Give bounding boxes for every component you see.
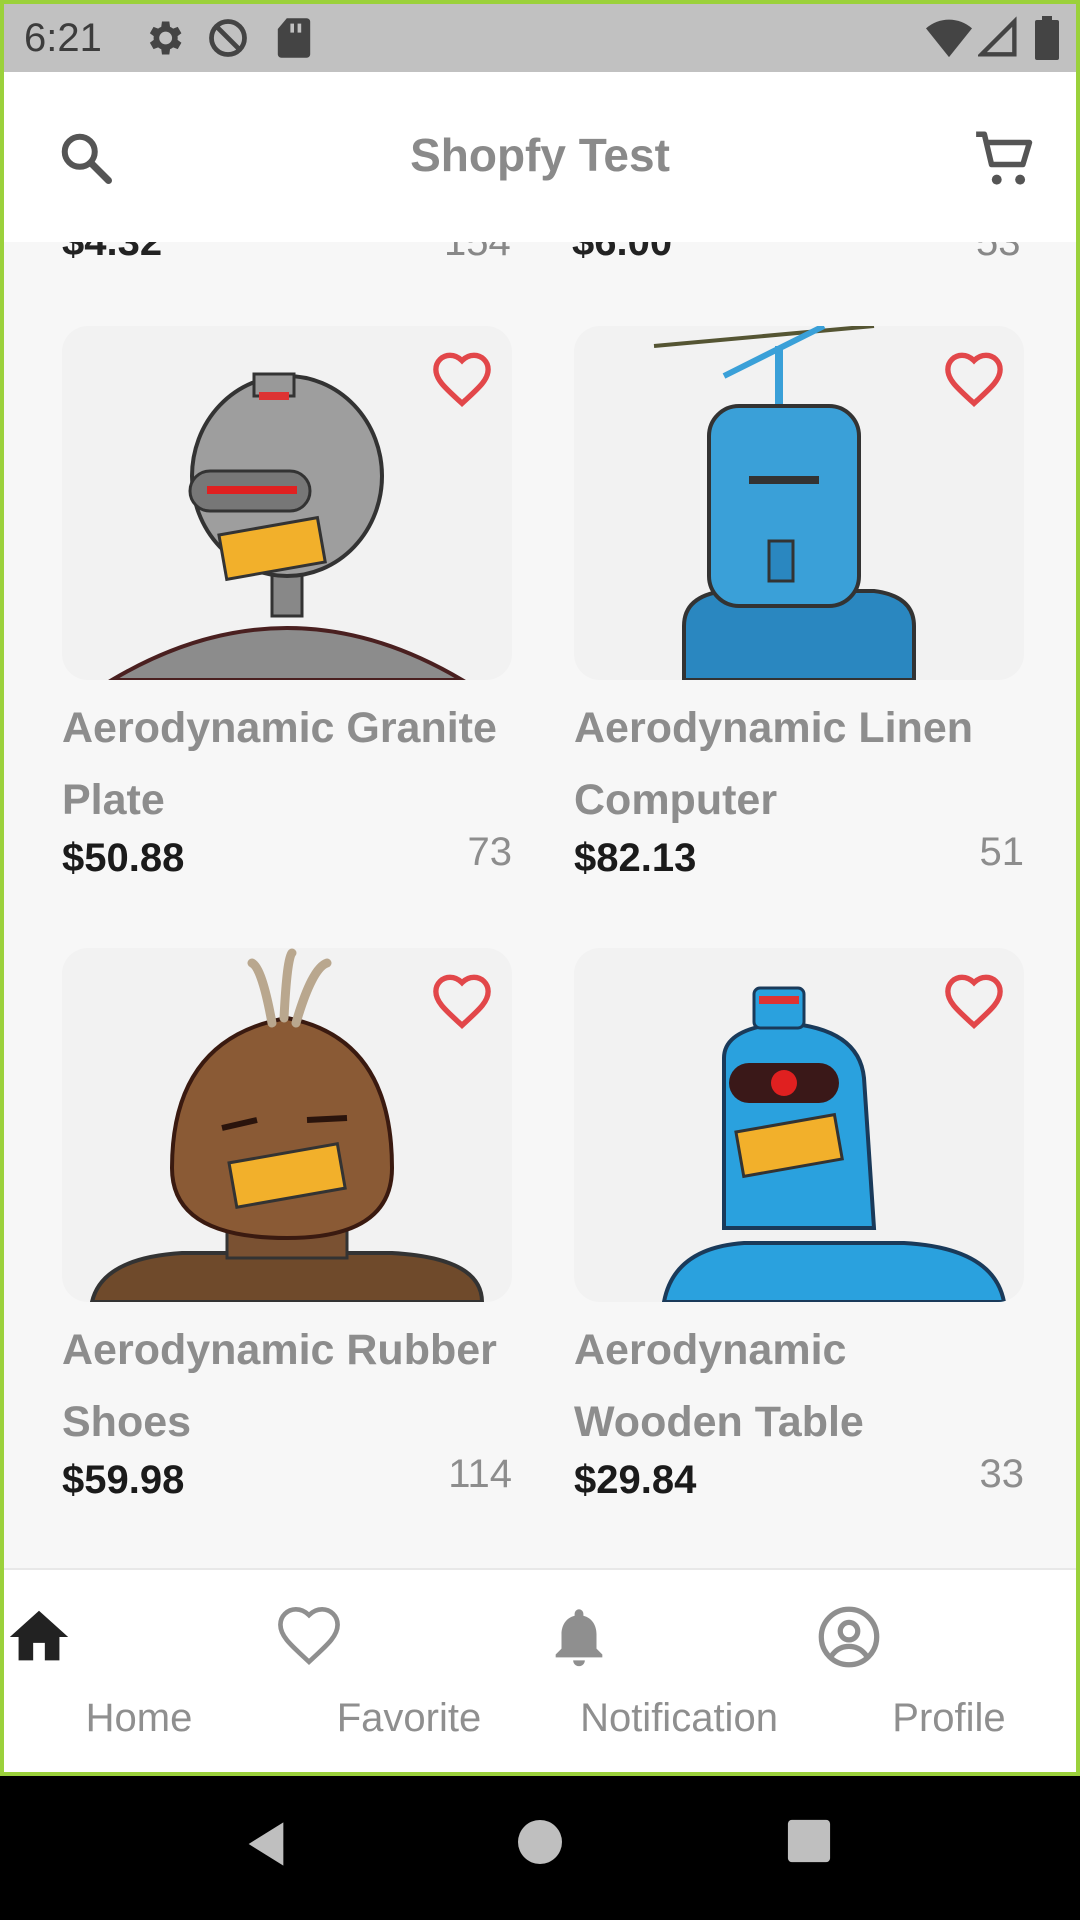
product-image[interactable] bbox=[62, 326, 512, 680]
sd-card-icon bbox=[277, 18, 311, 58]
nav-item-profile[interactable]: Profile bbox=[814, 1570, 1076, 1772]
product-name: Aerodynamic Granite Plate bbox=[62, 704, 497, 824]
product-grid[interactable]: $4.32 154 $6.00 53 Aerodynamic Granite P… bbox=[4, 242, 1076, 1567]
wifi-icon bbox=[926, 19, 972, 58]
home-icon bbox=[9, 1610, 69, 1661]
nav-item-notification[interactable]: Notification bbox=[544, 1570, 814, 1772]
app-frame: 6:21 Shopfy Test $4.32 154 $6.00 53 Aero… bbox=[0, 0, 1080, 1776]
product-count: 114 bbox=[448, 1452, 512, 1496]
signal-icon bbox=[978, 16, 1017, 57]
product-card[interactable]: Aerodynamic Rubber Shoes $59.98 114 bbox=[62, 948, 512, 1518]
product-card[interactable]: Aerodynamic Granite Plate $50.88 73 bbox=[62, 326, 512, 896]
product-price: $29.84 bbox=[574, 1458, 697, 1502]
product-name: Aerodynamic Wooden Table bbox=[574, 1326, 864, 1446]
sync-off-icon bbox=[209, 19, 247, 57]
system-navigation-bar bbox=[0, 1776, 1080, 1920]
nav-item-home[interactable]: Home bbox=[4, 1570, 274, 1772]
bottom-navigation: Home Favorite Notification Profile bbox=[4, 1568, 1076, 1772]
status-time: 6:21 bbox=[24, 16, 102, 60]
product-name: Aerodynamic Linen Computer bbox=[574, 704, 974, 824]
recents-icon[interactable] bbox=[786, 1818, 832, 1864]
cut-off-price: $4.32 bbox=[62, 242, 163, 264]
page-title: Shopfy Test bbox=[410, 129, 670, 181]
product-count: 33 bbox=[979, 1452, 1025, 1496]
heart-outline-icon[interactable] bbox=[430, 970, 494, 1030]
bell-icon bbox=[555, 1609, 603, 1667]
product-price: $50.88 bbox=[62, 836, 185, 880]
product-card[interactable]: Aerodynamic Linen Computer $82.13 51 bbox=[574, 326, 1024, 896]
cut-off-row: $4.32 154 $6.00 53 bbox=[4, 242, 1076, 264]
nav-item-favorite[interactable]: Favorite bbox=[274, 1570, 544, 1772]
nav-label: Favorite bbox=[336, 1696, 482, 1740]
product-price: $82.13 bbox=[574, 836, 697, 880]
product-image[interactable] bbox=[574, 326, 1024, 680]
battery-icon bbox=[1035, 16, 1059, 60]
home-button-icon[interactable] bbox=[516, 1818, 564, 1866]
back-icon[interactable] bbox=[244, 1818, 288, 1870]
product-image[interactable] bbox=[574, 948, 1024, 1302]
nav-label: Notification bbox=[580, 1696, 778, 1740]
heart-icon bbox=[278, 1606, 340, 1665]
app-bar: Shopfy Test bbox=[4, 72, 1076, 242]
product-image[interactable] bbox=[62, 948, 512, 1302]
heart-outline-icon[interactable] bbox=[942, 970, 1006, 1030]
product-name: Aerodynamic Rubber Shoes bbox=[62, 1326, 497, 1446]
nav-label: Profile bbox=[892, 1696, 1006, 1740]
product-price: $59.98 bbox=[62, 1458, 185, 1502]
gear-icon bbox=[149, 21, 182, 55]
heart-outline-icon[interactable] bbox=[942, 348, 1006, 408]
cut-off-count: 154 bbox=[444, 242, 511, 264]
cut-off-price: $6.00 bbox=[572, 242, 673, 264]
cut-off-count: 53 bbox=[976, 242, 1021, 264]
product-card[interactable]: Aerodynamic Wooden Table $29.84 33 bbox=[574, 948, 1024, 1518]
cart-icon[interactable] bbox=[972, 126, 1038, 192]
status-bar: 6:21 bbox=[4, 4, 1076, 72]
product-count: 51 bbox=[979, 830, 1025, 874]
product-count: 73 bbox=[467, 830, 513, 874]
profile-icon bbox=[818, 1606, 880, 1668]
nav-label: Home bbox=[85, 1696, 193, 1740]
heart-outline-icon[interactable] bbox=[430, 348, 494, 408]
